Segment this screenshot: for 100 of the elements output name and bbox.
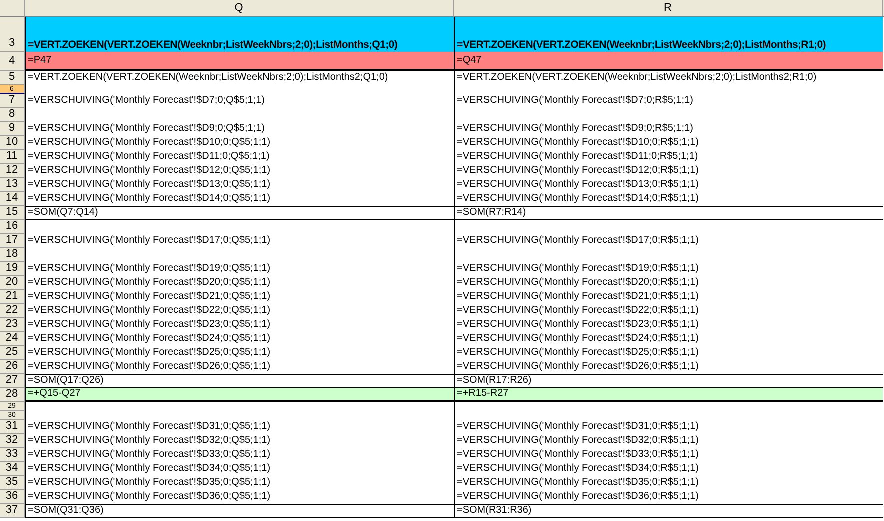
row-header[interactable]: 23 — [0, 318, 25, 332]
row-header[interactable]: 12 — [0, 164, 25, 178]
table-cell: =VERSCHUIVING('Monthly Forecast'!$D10;0;Q$5;1;1) — [28, 138, 271, 148]
row-header[interactable]: 17 — [0, 234, 25, 248]
table-cell: =VERSCHUIVING('Monthly Forecast'!$D33;0;Q$5;1;1) — [28, 450, 271, 460]
row-header[interactable]: 28 — [0, 388, 25, 402]
table-cell: =VERSCHUIVING('Monthly Forecast'!$D9;0;Q$5;1;1) — [28, 124, 265, 134]
row-number: 11 — [6, 151, 18, 162]
row-header[interactable]: 33 — [0, 448, 25, 462]
column-header[interactable]: R — [454, 0, 883, 16]
row-number: 28 — [6, 389, 18, 400]
row-number: 31 — [6, 421, 18, 432]
row-number: 24 — [6, 333, 18, 344]
row-number: 37 — [6, 505, 18, 516]
row-header[interactable]: 3 — [0, 17, 25, 52]
row-number: 19 — [6, 263, 18, 274]
row-number: 22 — [6, 305, 18, 316]
row-number: 20 — [6, 277, 18, 288]
row-number: 32 — [6, 435, 18, 446]
row-number: 12 — [6, 165, 18, 176]
row-header[interactable]: 27 — [0, 374, 25, 388]
row-header[interactable]: 5 — [0, 71, 25, 85]
table-cell: =VERSCHUIVING('Monthly Forecast'!$D23;0;R$5;1;1) — [457, 320, 699, 330]
table-cell: =VERT.ZOEKEN(VERT.ZOEKEN(Weeknbr;ListWeekNbrs;2;0);ListMonths;Q1;0) — [28, 40, 398, 50]
table-cell: =VERSCHUIVING('Monthly Forecast'!$D36;0;Q$5;1;1) — [28, 492, 271, 502]
row-header[interactable]: 16 — [0, 220, 25, 234]
row-header[interactable]: 7 — [0, 94, 25, 108]
table-cell: =VERSCHUIVING('Monthly Forecast'!$D21;0;R$5;1;1) — [457, 292, 699, 302]
row-header[interactable]: 15 — [0, 206, 25, 220]
table-cell: =VERSCHUIVING('Monthly Forecast'!$D24;0;R$5;1;1) — [457, 334, 699, 344]
table-cell: =VERSCHUIVING('Monthly Forecast'!$D22;0;R$5;1;1) — [457, 306, 699, 316]
table-cell: =SOM(R31:R36) — [457, 506, 532, 516]
row-number: 35 — [6, 477, 18, 488]
table-cell: =VERSCHUIVING('Monthly Forecast'!$D19;0;R$5;1;1) — [457, 264, 699, 274]
table-cell: =VERSCHUIVING('Monthly Forecast'!$D23;0;Q$5;1;1) — [28, 320, 271, 330]
row-header[interactable]: 21 — [0, 290, 25, 304]
row-number: 33 — [6, 449, 18, 460]
table-cell: =VERSCHUIVING('Monthly Forecast'!$D34;0;Q$5;1;1) — [28, 464, 271, 474]
row-header[interactable]: 34 — [0, 462, 25, 476]
table-cell: =SOM(Q7:Q14) — [28, 208, 98, 218]
row-header[interactable]: 25 — [0, 346, 25, 360]
row-number: 4 — [8, 56, 16, 66]
row-header[interactable]: 8 — [0, 108, 25, 122]
table-cell: =VERT.ZOEKEN(VERT.ZOEKEN(Weeknbr;ListWeekNbrs;2;0);ListMonths2;R1;0) — [457, 73, 817, 83]
table-cell: =SOM(Q17:Q26) — [28, 376, 104, 386]
row-number: 21 — [6, 291, 18, 302]
row-number: 15 — [6, 207, 18, 218]
row-number: 7 — [8, 95, 16, 106]
row-number: 8 — [8, 109, 16, 120]
row-header[interactable]: 36 — [0, 490, 25, 504]
table-cell: =+R15-R27 — [457, 389, 509, 399]
row-number: 3 — [8, 38, 16, 49]
row-header[interactable]: 35 — [0, 476, 25, 490]
table-cell: =VERSCHUIVING('Monthly Forecast'!$D24;0;Q$5;1;1) — [28, 334, 271, 344]
column-header[interactable]: Q — [25, 0, 454, 16]
table-cell: =VERSCHUIVING('Monthly Forecast'!$D22;0;Q$5;1;1) — [28, 306, 271, 316]
table-cell: =VERSCHUIVING('Monthly Forecast'!$D35;0;R$5;1;1) — [457, 478, 699, 488]
table-cell: =SOM(R7:R14) — [457, 208, 526, 218]
row-header[interactable]: 14 — [0, 192, 25, 206]
row-number: 27 — [6, 375, 18, 386]
row-number: 5 — [8, 72, 16, 83]
row-header[interactable]: 10 — [0, 136, 25, 150]
row-number: 25 — [6, 347, 18, 358]
row-header[interactable]: 24 — [0, 332, 25, 346]
table-cell: =VERSCHUIVING('Monthly Forecast'!$D33;0;R$5;1;1) — [457, 450, 699, 460]
table-cell: =VERSCHUIVING('Monthly Forecast'!$D20;0;R$5;1;1) — [457, 278, 699, 288]
row-header[interactable]: 9 — [0, 122, 25, 136]
row-header[interactable]: 37 — [0, 504, 25, 518]
row-header[interactable]: 4 — [0, 52, 25, 71]
table-cell: =VERSCHUIVING('Monthly Forecast'!$D21;0;Q$5;1;1) — [28, 292, 271, 302]
row-header[interactable]: 19 — [0, 262, 25, 276]
table-cell: =VERSCHUIVING('Monthly Forecast'!$D7;0;R$5;1;1) — [457, 96, 694, 106]
table-cell: =VERSCHUIVING('Monthly Forecast'!$D13;0;R$5;1;1) — [457, 180, 699, 190]
row-number: 16 — [6, 221, 18, 232]
table-cell: =VERSCHUIVING('Monthly Forecast'!$D20;0;Q$5;1;1) — [28, 278, 271, 288]
table-cell: =VERSCHUIVING('Monthly Forecast'!$D31;0;Q$5;1;1) — [28, 422, 271, 432]
row-header[interactable]: 31 — [0, 420, 25, 434]
row-header[interactable]: 32 — [0, 434, 25, 448]
row-header[interactable]: 22 — [0, 304, 25, 318]
table-cell: =VERSCHUIVING('Monthly Forecast'!$D14;0;R$5;1;1) — [457, 194, 699, 204]
table-cell: =+Q15-Q27 — [28, 389, 81, 399]
row-header[interactable]: 11 — [0, 150, 25, 164]
table-cell: =SOM(Q31:Q36) — [28, 506, 104, 516]
table-cell: =VERSCHUIVING('Monthly Forecast'!$D35;0;Q$5;1;1) — [28, 478, 271, 488]
table-cell: =VERSCHUIVING('Monthly Forecast'!$D7;0;Q$5;1;1) — [28, 96, 265, 106]
table-cell: =Q47 — [457, 56, 482, 66]
table-cell: =VERSCHUIVING('Monthly Forecast'!$D17;0;Q$5;1;1) — [28, 236, 271, 246]
row-header[interactable]: 26 — [0, 360, 25, 374]
row-header[interactable]: 18 — [0, 248, 25, 262]
table-cell: =VERSCHUIVING('Monthly Forecast'!$D9;0;R$5;1;1) — [457, 124, 694, 134]
row-header[interactable]: 13 — [0, 178, 25, 192]
row-number: 36 — [6, 491, 18, 502]
row-header[interactable]: 20 — [0, 276, 25, 290]
row-number: 34 — [6, 463, 18, 474]
table-cell: =VERSCHUIVING('Monthly Forecast'!$D11;0;Q$5;1;1) — [28, 152, 270, 162]
row-number: 9 — [8, 123, 16, 134]
table-cell: =VERSCHUIVING('Monthly Forecast'!$D32;0;Q$5;1;1) — [28, 436, 271, 446]
table-cell: =VERSCHUIVING('Monthly Forecast'!$D26;0;Q$5;1;1) — [28, 362, 271, 372]
table-cell: =VERSCHUIVING('Monthly Forecast'!$D34;0;R$5;1;1) — [457, 464, 699, 474]
table-cell: =VERSCHUIVING('Monthly Forecast'!$D11;0;R$5;1;1) — [457, 152, 698, 162]
